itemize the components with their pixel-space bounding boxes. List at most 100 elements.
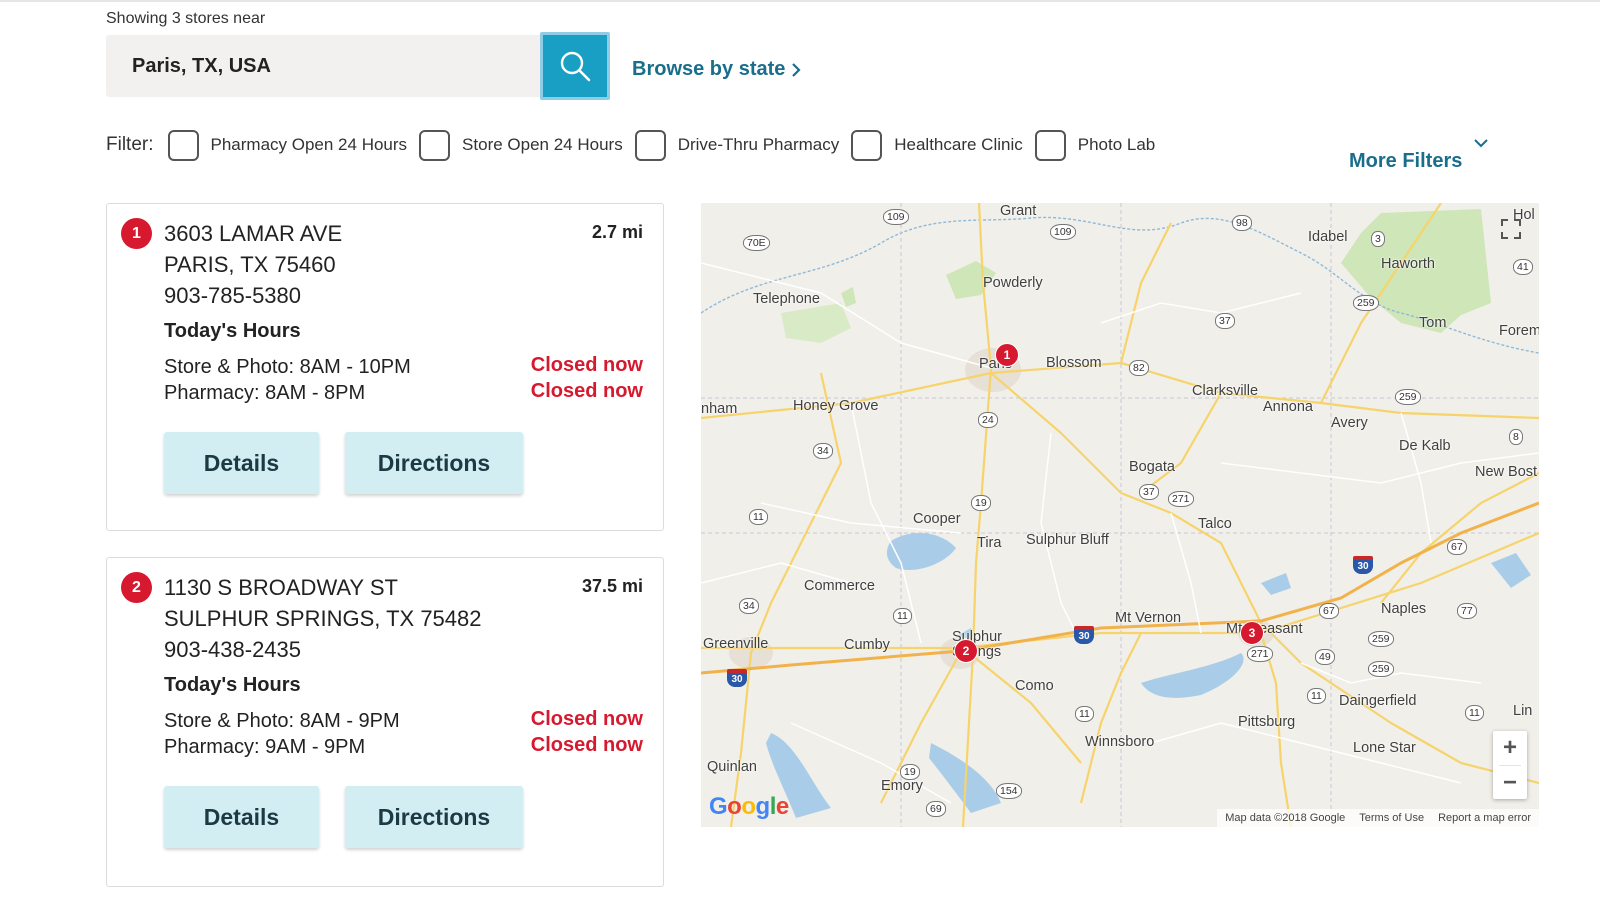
- highway-shield: 271: [1168, 491, 1194, 507]
- interstate-shield: 30: [727, 669, 747, 687]
- highway-shield: 259: [1368, 661, 1394, 677]
- store-address-line1: 3603 LAMAR AVE: [164, 221, 343, 246]
- highway-shield: 24: [978, 412, 998, 428]
- filter-drive-thru-pharmacy[interactable]: Drive-Thru Pharmacy: [634, 129, 840, 161]
- map-place-label: Commerce: [804, 578, 875, 594]
- filter-pharmacy-24h[interactable]: Pharmacy Open 24 Hours: [167, 129, 408, 161]
- map-place-label: Talco: [1198, 516, 1232, 532]
- directions-button[interactable]: Directions: [345, 786, 523, 848]
- store-distance: 37.5 mi: [581, 576, 643, 596]
- zoom-out-button[interactable]: −: [1493, 766, 1527, 800]
- browse-by-state-label: Browse by state: [632, 58, 786, 80]
- highway-shield: 271: [1247, 646, 1273, 662]
- map-place-label: Daingerfield: [1339, 693, 1417, 709]
- map-place-label: Avery: [1331, 415, 1368, 431]
- map-place-label: Powderly: [983, 275, 1043, 291]
- store-number-badge: 1: [121, 218, 152, 249]
- search-icon: [560, 51, 591, 82]
- map-place-label: Tira: [977, 535, 1002, 551]
- details-button[interactable]: Details: [164, 786, 319, 848]
- highway-shield: 37: [1139, 484, 1159, 500]
- report-map-error-link[interactable]: Report a map error: [1438, 812, 1531, 824]
- highway-shield: 37: [1215, 313, 1235, 329]
- filter-checkbox[interactable]: [167, 129, 199, 161]
- map-place-label: De Kalb: [1399, 438, 1451, 454]
- map-place-label: Quinlan: [707, 759, 757, 775]
- highway-shield: 19: [900, 764, 920, 780]
- filter-bar: Filter: Pharmacy Open 24 Hours Store Ope…: [106, 128, 1167, 162]
- highway-shield: 34: [813, 443, 833, 459]
- store-address-line2: PARIS, TX 75460: [164, 252, 336, 277]
- map-place-label: Grant: [1000, 203, 1037, 219]
- map-place-label: Forem: [1499, 323, 1539, 339]
- filter-store-24h[interactable]: Store Open 24 Hours: [419, 129, 623, 161]
- terms-of-use-link[interactable]: Terms of Use: [1359, 812, 1424, 824]
- store-status-badge: Closed now: [530, 354, 643, 376]
- highway-shield: 11: [1465, 705, 1484, 721]
- google-logo[interactable]: Google: [709, 793, 789, 821]
- filter-option-label: Drive-Thru Pharmacy: [677, 135, 840, 154]
- pharmacy-hours: Pharmacy: 8AM - 8PM: [164, 382, 366, 404]
- map-place-label: Honey Grove: [793, 398, 879, 414]
- map-place-label: New Bost: [1475, 464, 1538, 480]
- details-button[interactable]: Details: [164, 432, 319, 494]
- more-filters-toggle[interactable]: More Filters: [1349, 150, 1462, 173]
- map-place-label: Clarksville: [1192, 383, 1259, 399]
- map-place-label: Bogata: [1129, 459, 1175, 475]
- highway-shield: 3: [1371, 231, 1385, 247]
- highway-shield: 109: [883, 209, 909, 225]
- filter-checkbox[interactable]: [1034, 129, 1066, 161]
- filter-photo-lab[interactable]: Photo Lab: [1034, 129, 1156, 161]
- chevron-down-icon[interactable]: [1473, 138, 1489, 148]
- filter-checkbox[interactable]: [634, 129, 666, 161]
- browse-by-state-link[interactable]: Browse by state: [632, 58, 801, 81]
- store-phone[interactable]: 903-785-5380: [164, 280, 301, 311]
- highway-shield: 69: [926, 801, 946, 817]
- filter-label: Filter:: [106, 134, 154, 155]
- store-phone[interactable]: 903-438-2435: [164, 634, 301, 665]
- map-pin-store-1[interactable]: 1: [995, 343, 1019, 367]
- map-place-label: Sulphur Bluff: [1026, 532, 1109, 548]
- zoom-in-button[interactable]: +: [1493, 731, 1527, 765]
- highway-shield: 154: [996, 783, 1022, 799]
- map-place-label: Telephone: [753, 291, 820, 307]
- results-count-text: Showing 3 stores near: [106, 10, 266, 27]
- highway-shield: 41: [1513, 259, 1533, 275]
- map-place-label: Mt Vernon: [1115, 610, 1182, 626]
- interstate-shield: 30: [1353, 556, 1373, 574]
- highway-shield: 19: [971, 495, 991, 511]
- highway-shield: 8: [1509, 429, 1523, 445]
- store-card: 1 3603 LAMAR AVE PARIS, TX 75460 903-785…: [106, 203, 664, 531]
- highway-shield: 11: [1307, 688, 1326, 704]
- location-search-box[interactable]: [106, 35, 540, 97]
- fullscreen-button[interactable]: [1493, 211, 1529, 247]
- location-search-input[interactable]: [106, 35, 540, 97]
- pharmacy-status-badge: Closed now: [530, 734, 643, 756]
- filter-healthcare-clinic[interactable]: Healthcare Clinic: [851, 129, 1023, 161]
- pharmacy-status-badge: Closed now: [530, 380, 643, 402]
- map-place-label: Blossom: [1046, 355, 1102, 371]
- store-distance: 2.7 mi: [591, 222, 643, 242]
- filter-option-label: Healthcare Clinic: [894, 135, 1023, 154]
- highway-shield: 259: [1368, 631, 1394, 647]
- map-place-label: Tom: [1419, 315, 1447, 331]
- filter-option-label: Photo Lab: [1077, 135, 1156, 154]
- top-divider: [0, 0, 1600, 2]
- filter-checkbox[interactable]: [419, 129, 451, 161]
- map-pin-store-2[interactable]: 2: [954, 639, 978, 663]
- search-button[interactable]: [540, 32, 610, 100]
- highway-shield: 67: [1447, 539, 1467, 555]
- store-status-badge: Closed now: [530, 708, 643, 730]
- map-place-label: Naples: [1381, 601, 1427, 617]
- store-map[interactable]: Grant Hol Idabel Haworth Powderly Teleph…: [701, 203, 1539, 827]
- highway-shield: 49: [1315, 649, 1335, 665]
- highway-shield: 259: [1395, 389, 1421, 405]
- google-logo-text: Google: [709, 793, 789, 820]
- fullscreen-icon: [1501, 219, 1521, 239]
- map-place-label: nham: [701, 401, 738, 417]
- filter-checkbox[interactable]: [851, 129, 883, 161]
- map-pin-store-3[interactable]: 3: [1240, 621, 1264, 645]
- highway-shield: 259: [1353, 295, 1379, 311]
- filter-option-label: Pharmacy Open 24 Hours: [210, 135, 408, 154]
- directions-button[interactable]: Directions: [345, 432, 523, 494]
